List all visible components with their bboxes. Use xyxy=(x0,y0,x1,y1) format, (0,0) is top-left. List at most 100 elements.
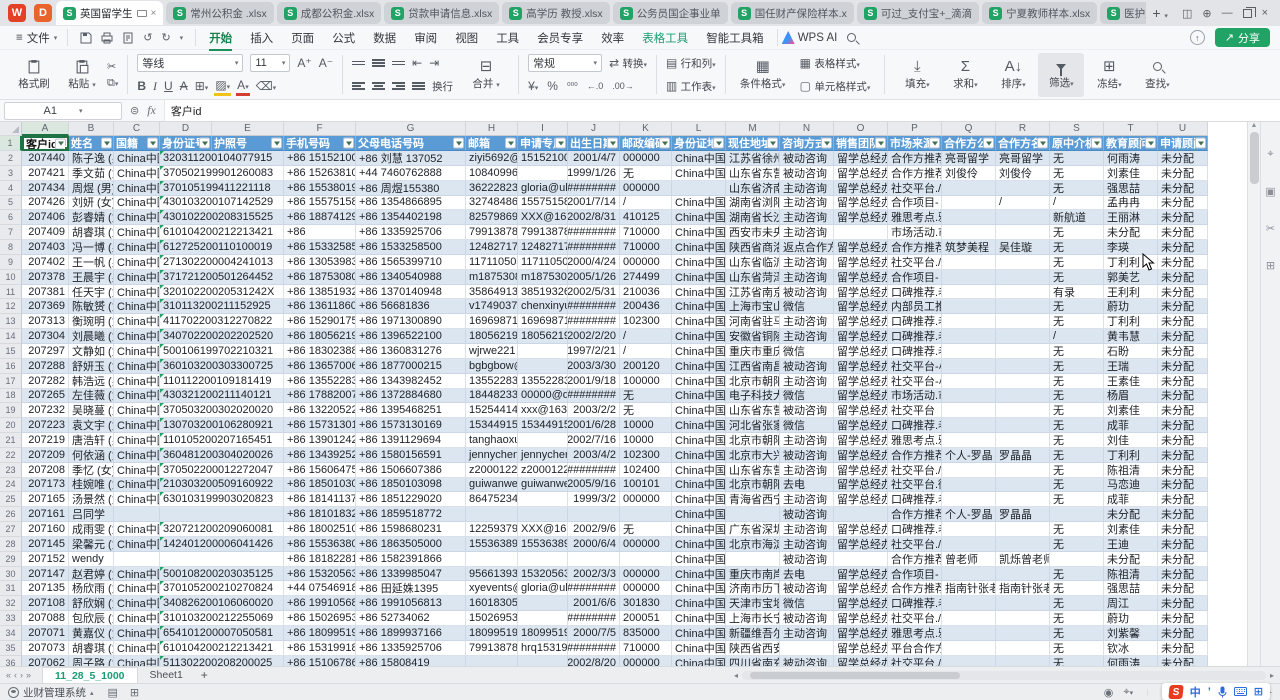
cell[interactable]: 社交平台-小 xyxy=(888,374,942,389)
cell[interactable]: +86 1991056813 xyxy=(356,596,466,611)
cell[interactable] xyxy=(942,359,996,374)
column-header-Q[interactable]: Q xyxy=(942,122,996,136)
cell[interactable]: ziyi5692@ xyxy=(466,151,518,166)
cell[interactable] xyxy=(518,507,568,522)
menu-item-公式[interactable]: 公式 xyxy=(323,27,364,49)
cell[interactable]: 207409 xyxy=(22,225,69,240)
cell[interactable]: wendy xyxy=(69,552,114,567)
cell[interactable] xyxy=(996,255,1050,270)
cell[interactable]: 2005/9/16 xyxy=(568,478,620,493)
cell[interactable]: +44 07546918 xyxy=(284,581,356,596)
cell[interactable]: 刘晨曦 (女 xyxy=(69,329,114,344)
cell[interactable]: +86 18141137 xyxy=(284,492,356,507)
cell[interactable]: China中国 xyxy=(114,492,160,507)
cell[interactable]: 207088 xyxy=(22,611,69,626)
cell[interactable]: 2001/6/6 xyxy=(568,596,620,611)
cell[interactable] xyxy=(942,270,996,285)
cell[interactable]: 留学总经办 xyxy=(834,329,888,344)
cell[interactable]: 无 xyxy=(1050,166,1104,181)
cell[interactable]: China中国 xyxy=(114,314,160,329)
cell[interactable] xyxy=(834,552,888,567)
cell[interactable]: / xyxy=(620,196,672,211)
cell[interactable]: 刘素佳 xyxy=(1104,522,1158,537)
ime-lang-toggle[interactable]: 中 xyxy=(1190,684,1201,700)
cell[interactable]: 207402 xyxy=(22,255,69,270)
cell[interactable] xyxy=(942,641,996,656)
cell[interactable]: +86 13439252 xyxy=(284,448,356,463)
cell[interactable]: 留学总经办 xyxy=(834,181,888,196)
menu-item-表格工具[interactable]: 表格工具 xyxy=(633,27,697,49)
cell[interactable]: China中国 xyxy=(114,567,160,582)
cell[interactable]: +86 田延姝1395 xyxy=(356,581,466,596)
menu-item-视图[interactable]: 视图 xyxy=(446,27,487,49)
cell[interactable]: 430321200211140121 xyxy=(160,389,284,404)
cell[interactable] xyxy=(518,492,568,507)
cell[interactable]: 山东省菏泽 xyxy=(726,270,780,285)
cell[interactable] xyxy=(620,507,672,522)
cell[interactable] xyxy=(160,552,284,567)
cell[interactable]: 未分配 xyxy=(1158,537,1208,552)
cell[interactable]: +86 19910568 xyxy=(284,596,356,611)
cell[interactable] xyxy=(942,567,996,582)
cell[interactable]: China中国 xyxy=(672,314,726,329)
column-header-F[interactable]: F xyxy=(284,122,356,136)
cell[interactable]: China中国 xyxy=(672,492,726,507)
cell[interactable]: +86 52734062 xyxy=(356,611,466,626)
cell[interactable]: 000000 xyxy=(620,567,672,582)
cell[interactable] xyxy=(1050,552,1104,567)
cell[interactable]: 留学总经办 xyxy=(834,255,888,270)
document-tab[interactable]: S英国留学生× xyxy=(56,1,163,25)
cell[interactable]: / xyxy=(1050,329,1104,344)
cell[interactable]: +86 1354866895 xyxy=(356,196,466,211)
cell[interactable]: 口碑推荐.老 xyxy=(888,418,942,433)
cell[interactable]: 无 xyxy=(1050,240,1104,255)
cell[interactable]: 社交平台-小 xyxy=(888,359,942,374)
column-header-M[interactable]: M xyxy=(726,122,780,136)
cell[interactable] xyxy=(942,611,996,626)
cell[interactable]: +86 13053983 xyxy=(284,255,356,270)
cell[interactable]: 无 xyxy=(1050,359,1104,374)
cell[interactable]: 衡琬明 (女 xyxy=(69,314,114,329)
cell[interactable]: 000000 xyxy=(620,151,672,166)
undo-icon[interactable]: ↺ xyxy=(143,31,152,44)
cell[interactable]: XXX@163. xyxy=(518,210,568,225)
cell[interactable]: China中国 xyxy=(114,389,160,404)
cell[interactable]: 207209 xyxy=(22,448,69,463)
cell[interactable]: ######## xyxy=(568,389,620,404)
cell[interactable]: China中国 xyxy=(672,240,726,255)
cell[interactable]: 桂婉唯 (女 xyxy=(69,478,114,493)
table-style-button[interactable]: ▦ 表格样式▾ xyxy=(800,56,860,71)
cell[interactable]: / xyxy=(1050,196,1104,211)
cell[interactable]: 110112200109181419 xyxy=(160,374,284,389)
cell[interactable]: 327484864 xyxy=(466,196,518,211)
cell[interactable]: 钦冰 xyxy=(1104,641,1158,656)
filter-dropdown-icon[interactable] xyxy=(713,138,724,149)
cell[interactable]: 未分配 xyxy=(1158,270,1208,285)
cell[interactable]: 陕西省西安 xyxy=(726,641,780,656)
column-header-P[interactable]: P xyxy=(888,122,942,136)
save-icon[interactable] xyxy=(80,32,92,44)
cell[interactable]: China中国 xyxy=(114,270,160,285)
column-header-U[interactable]: U xyxy=(1158,122,1208,136)
print-icon[interactable] xyxy=(101,32,113,44)
cell[interactable]: 留学总经办 xyxy=(834,344,888,359)
cell[interactable] xyxy=(996,567,1050,582)
cell[interactable]: +86 15320563 xyxy=(284,567,356,582)
increase-indent-icon[interactable]: ⇥ xyxy=(429,56,439,70)
filter-button[interactable]: 筛选▾ xyxy=(1038,53,1084,97)
filter-dropdown-icon[interactable] xyxy=(929,138,940,149)
column-header-N[interactable]: N xyxy=(780,122,834,136)
cell[interactable]: 被动咨询 xyxy=(780,151,834,166)
cell[interactable]: 无 xyxy=(1050,522,1104,537)
cell[interactable]: 留学总经办 xyxy=(834,626,888,641)
conditional-format-button[interactable]: ▦条件格式▾ xyxy=(735,53,791,97)
column-header-J[interactable]: J xyxy=(568,122,620,136)
cell[interactable] xyxy=(518,596,568,611)
cell[interactable]: 舒妍玉 (女 xyxy=(69,359,114,374)
cell[interactable]: 207282 xyxy=(22,374,69,389)
cell[interactable]: 207369 xyxy=(22,299,69,314)
menu-item-插入[interactable]: 插入 xyxy=(241,27,282,49)
cell[interactable]: 刘俊伶 xyxy=(996,166,1050,181)
horizontal-scrollbar[interactable] xyxy=(742,671,1266,680)
cell[interactable]: +86 13611860 xyxy=(284,299,356,314)
